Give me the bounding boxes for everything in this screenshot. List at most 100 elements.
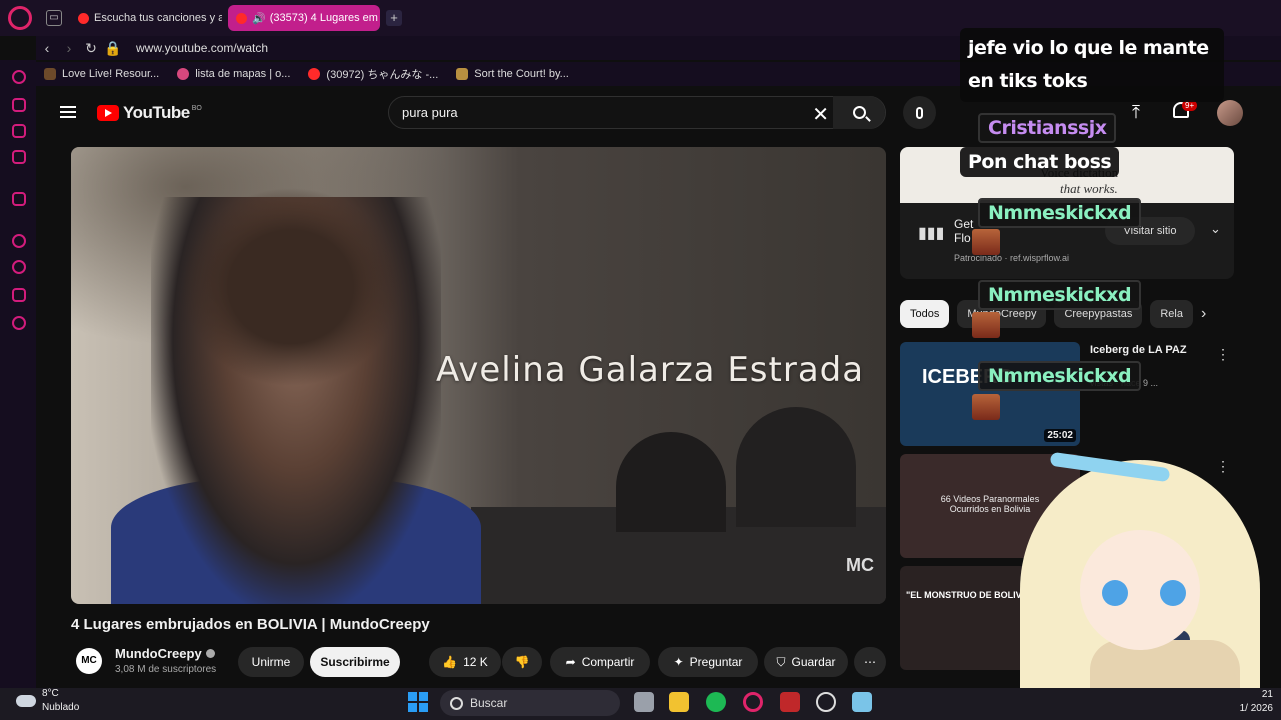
forward-icon[interactable]: › xyxy=(58,40,80,56)
weather-description[interactable]: Nublado xyxy=(42,702,79,713)
sidebar-settings-icon[interactable] xyxy=(12,316,26,330)
share-icon: ➦ xyxy=(565,655,576,669)
video-frame-hair xyxy=(181,187,401,387)
bookmark-item[interactable]: Love Live! Resour... xyxy=(44,68,159,80)
recommendation-item[interactable]: ICEBERG 25:02 Iceberg de LA PAZ vistas ·… xyxy=(900,342,1230,446)
chat-badge-icon xyxy=(972,394,1000,420)
save-label: Guardar xyxy=(791,655,836,669)
vtuber-avatar xyxy=(1010,440,1281,720)
url-field[interactable]: www.youtube.com/watch xyxy=(136,41,268,55)
more-options-icon[interactable]: ⋮ xyxy=(1216,346,1230,363)
dislike-button[interactable]: 👎 xyxy=(502,647,542,677)
sidebar-ai-icon[interactable] xyxy=(12,70,26,84)
share-label: Compartir xyxy=(581,655,635,669)
youtube-favicon-icon xyxy=(236,12,247,24)
microphone-icon xyxy=(916,106,923,119)
sidebar-history-icon[interactable] xyxy=(12,260,26,274)
ad-text: Get Flo xyxy=(954,217,974,245)
sidebar-messenger-icon[interactable] xyxy=(12,124,26,138)
sidebar-extensions-icon[interactable] xyxy=(12,288,26,302)
browser-sidebar xyxy=(0,60,36,688)
chip-related[interactable]: Rela xyxy=(1150,300,1193,328)
windows-start-icon[interactable] xyxy=(408,692,428,712)
sidebar-player-icon[interactable] xyxy=(12,234,26,248)
thumbs-up-icon: 👍 xyxy=(442,655,458,669)
channel-name-text: MundoCreepy xyxy=(115,646,202,661)
video-player[interactable]: Avelina Galarza Estrada MC xyxy=(71,147,886,604)
chip-all[interactable]: Todos xyxy=(900,300,950,328)
bookmark-label: lista de mapas | o... xyxy=(195,68,291,80)
taskbar-search[interactable]: Buscar xyxy=(440,690,620,716)
more-actions-button[interactable]: ⋯ xyxy=(854,647,886,677)
voice-search-button[interactable] xyxy=(903,96,936,129)
video-frame-dome xyxy=(616,432,726,532)
screen: ▭ Escucha tus canciones y a 🔊 (33573) 4 … xyxy=(0,0,1281,720)
sidebar-workspace-icon[interactable] xyxy=(12,98,26,112)
clock-date: 1/ 2026 xyxy=(1239,703,1273,714)
sidebar-twitch-icon[interactable] xyxy=(12,192,26,206)
windows-taskbar: 8°C Nublado Buscar 21 1/ 2026 xyxy=(0,688,1281,720)
spotify-icon[interactable] xyxy=(706,692,726,712)
ad-banner-line: that works. xyxy=(1060,181,1118,196)
file-explorer-icon[interactable] xyxy=(669,692,689,712)
sidebar-instagram-icon[interactable] xyxy=(12,150,26,164)
app-icon[interactable] xyxy=(780,692,800,712)
channel-name[interactable]: MundoCreepy xyxy=(115,646,215,661)
photos-icon[interactable] xyxy=(852,692,872,712)
video-overlay-title: Avelina Galarza Estrada xyxy=(436,350,865,390)
channel-avatar[interactable]: MC xyxy=(76,648,102,674)
menu-icon[interactable] xyxy=(60,106,76,118)
chevron-right-icon[interactable]: › xyxy=(1201,300,1206,328)
search-input[interactable]: pura pura ✕ xyxy=(388,96,886,129)
tab-youtube-video[interactable]: 🔊 (33573) 4 Lugares em xyxy=(228,5,380,31)
bookmark-item[interactable]: (30972) ちゃんみな -... xyxy=(308,66,438,82)
tab-music[interactable]: Escucha tus canciones y a xyxy=(70,5,222,31)
lock-icon: 🔒 xyxy=(104,39,122,56)
cloud-icon[interactable] xyxy=(16,695,36,707)
like-button[interactable]: 👍 12 K xyxy=(429,647,501,677)
search-button[interactable] xyxy=(833,96,885,129)
bookmark-item[interactable]: lista de mapas | o... xyxy=(177,68,290,80)
obs-icon[interactable] xyxy=(816,692,836,712)
back-icon[interactable]: ‹ xyxy=(36,40,58,56)
ad-audio-icon: ▮▮▮ xyxy=(918,225,945,242)
opera-logo-icon[interactable] xyxy=(8,6,32,30)
thumbs-down-icon: 👎 xyxy=(514,655,530,669)
share-button[interactable]: ➦ Compartir xyxy=(550,647,650,677)
chat-badge-icon xyxy=(972,312,1000,338)
task-view-icon[interactable] xyxy=(634,692,654,712)
chat-message: Pon chat boss xyxy=(960,147,1120,177)
clear-search-icon[interactable]: ✕ xyxy=(812,102,829,127)
bookmark-label: Love Live! Resour... xyxy=(62,68,160,80)
youtube-favicon-icon xyxy=(78,12,89,24)
chat-username: Cristianssjx xyxy=(978,113,1117,143)
chat-username: Nmmeskickxd xyxy=(978,198,1142,228)
system-clock[interactable]: 21 1/ 2026 xyxy=(1240,688,1273,716)
bookmark-favicon-icon xyxy=(456,68,469,80)
bookmark-favicon-icon xyxy=(177,68,190,80)
join-button[interactable]: Unirme xyxy=(238,647,304,677)
clock-time: 21 xyxy=(1261,689,1273,700)
like-count: 12 K xyxy=(463,655,488,669)
bookmark-icon: ⛉ xyxy=(776,654,786,669)
create-upload-icon[interactable]: ⤒ xyxy=(1132,102,1140,123)
video-title: 4 Lugares embrujados en BOLIVIA | MundoC… xyxy=(71,616,430,633)
opera-gx-icon[interactable] xyxy=(743,692,763,712)
chevron-down-icon[interactable]: ⌄ xyxy=(1210,221,1221,237)
search-icon xyxy=(852,106,866,119)
new-tab-button[interactable]: + xyxy=(386,10,402,26)
youtube-logo[interactable]: YouTube BO xyxy=(97,103,202,123)
save-button[interactable]: ⛉ Guardar xyxy=(764,647,848,677)
subscribe-button[interactable]: Suscribirme xyxy=(310,647,400,677)
speaker-icon: 🔊 xyxy=(252,12,266,25)
weather-temperature[interactable]: 8°C xyxy=(42,688,59,699)
subscriber-count: 3,08 M de suscriptores xyxy=(115,664,217,675)
ask-button[interactable]: ✦ Preguntar xyxy=(658,647,758,677)
account-avatar[interactable] xyxy=(1217,100,1243,126)
bookmark-item[interactable]: Sort the Court! by... xyxy=(456,68,569,80)
reload-icon[interactable]: ↻ xyxy=(80,40,102,57)
sparkle-icon: ✦ xyxy=(673,655,684,669)
youtube-wordmark: YouTube xyxy=(123,103,190,122)
tab-snap-icon[interactable]: ▭ xyxy=(46,10,62,26)
video-frame-dome xyxy=(736,407,856,527)
